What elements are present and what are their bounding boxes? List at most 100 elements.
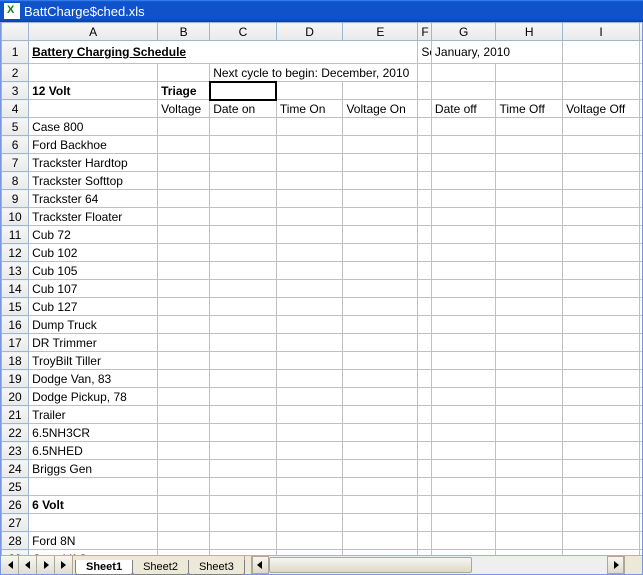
cell[interactable] [431,172,496,190]
cell[interactable] [343,280,418,298]
cell[interactable]: Briggs Gen [29,460,158,478]
row-header[interactable]: 7 [2,154,29,172]
cell[interactable] [210,244,277,262]
cell[interactable] [431,352,496,370]
cell[interactable] [276,298,343,316]
cell[interactable] [276,190,343,208]
cell[interactable] [276,406,343,424]
cell[interactable] [343,532,418,550]
cell[interactable]: Trackster Hardtop [29,154,158,172]
cell[interactable] [158,388,210,406]
cell[interactable]: Dump Truck [29,316,158,334]
cell[interactable] [496,226,563,244]
cell[interactable] [640,244,642,262]
cell[interactable] [431,424,496,442]
cell[interactable] [563,262,640,280]
cell[interactable] [210,118,277,136]
row-header[interactable]: 23 [2,442,29,460]
cell[interactable] [158,136,210,154]
cell[interactable] [343,478,418,496]
row-header[interactable]: 25 [2,478,29,496]
cell[interactable]: Cub 105 [29,262,158,280]
cell[interactable] [343,298,418,316]
cell[interactable] [418,316,432,334]
cell[interactable] [276,442,343,460]
cell[interactable]: January, 2010 [431,41,562,64]
cell[interactable] [640,496,642,514]
tab-nav-last[interactable] [55,556,73,574]
cell[interactable] [496,424,563,442]
cell[interactable] [496,406,563,424]
cell[interactable] [343,208,418,226]
sheet-tab[interactable]: Sheet2 [132,560,189,575]
cell[interactable] [640,478,642,496]
cell[interactable] [418,514,432,532]
cell[interactable]: Dodge Pickup, 78 [29,388,158,406]
cell[interactable] [496,460,563,478]
cell[interactable] [496,316,563,334]
cell[interactable] [343,496,418,514]
cell[interactable] [276,496,343,514]
cell[interactable] [343,118,418,136]
col-header-J[interactable]: J [640,23,642,41]
row-header[interactable]: 15 [2,298,29,316]
cell[interactable]: Date off [431,100,496,118]
row-header[interactable]: 12 [2,244,29,262]
cell[interactable] [210,532,277,550]
cell[interactable] [210,190,277,208]
row-header[interactable]: 5 [2,118,29,136]
cell[interactable] [210,370,277,388]
cell[interactable] [563,406,640,424]
cell[interactable] [343,442,418,460]
scroll-thumb[interactable] [269,557,472,573]
cell[interactable] [343,334,418,352]
cell[interactable] [158,208,210,226]
cell[interactable] [496,442,563,460]
cell[interactable]: Cub 72 [29,226,158,244]
cell[interactable] [640,118,642,136]
cell[interactable] [158,496,210,514]
col-header-I[interactable]: I [563,23,640,41]
cell[interactable] [496,82,563,100]
cell[interactable] [418,118,432,136]
row-header[interactable]: 2 [2,64,29,82]
cell[interactable] [640,226,642,244]
cell[interactable] [496,208,563,226]
cell[interactable] [158,172,210,190]
row-header[interactable]: 17 [2,334,29,352]
cell[interactable] [563,352,640,370]
cell[interactable]: 6.5NH3CR [29,424,158,442]
row-header[interactable]: 3 [2,82,29,100]
cell[interactable] [343,136,418,154]
cell[interactable]: Trackster 64 [29,190,158,208]
cell[interactable] [640,208,642,226]
cell[interactable] [431,334,496,352]
cell[interactable] [640,82,642,100]
col-header-F[interactable]: F [418,23,432,41]
cell[interactable] [276,154,343,172]
row-header[interactable]: 8 [2,172,29,190]
row-header[interactable]: 9 [2,190,29,208]
tab-nav-first[interactable] [1,556,19,574]
tab-split-handle[interactable] [244,556,252,574]
cell[interactable] [210,478,277,496]
cell[interactable] [343,406,418,424]
cell[interactable] [563,316,640,334]
cell[interactable] [496,496,563,514]
cell[interactable] [29,514,158,532]
cell[interactable] [496,388,563,406]
cell[interactable] [276,478,343,496]
cell[interactable]: 6 Volt [29,496,158,514]
cell[interactable] [210,388,277,406]
cell[interactable] [158,154,210,172]
cell[interactable]: Cub 102 [29,244,158,262]
cell[interactable] [210,172,277,190]
cell[interactable] [431,406,496,424]
cell[interactable] [496,334,563,352]
cell[interactable] [418,478,432,496]
col-header-D[interactable]: D [276,23,343,41]
cell[interactable] [431,64,496,82]
cell[interactable] [343,424,418,442]
cell[interactable] [640,406,642,424]
cell[interactable] [563,64,640,82]
